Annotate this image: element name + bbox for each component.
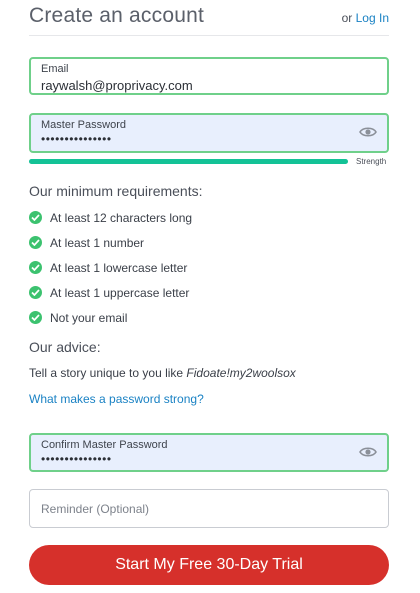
check-circle-icon [29,236,42,249]
eye-icon[interactable] [359,126,377,138]
confirm-password-label: Confirm Master Password [41,439,168,451]
strength-meter-fill [29,159,348,164]
start-trial-button[interactable]: Start My Free 30-Day Trial [29,545,389,585]
requirement-item: At least 12 characters long [29,205,369,230]
advice-prefix: Tell a story unique to you like [29,366,187,380]
requirement-label: At least 1 lowercase letter [50,260,188,275]
requirement-item: At least 1 lowercase letter [29,255,369,280]
check-circle-icon [29,311,42,324]
password-strength-help-link[interactable]: What makes a password strong? [29,392,204,406]
advice-text: Tell a story unique to you like Fidoate!… [29,366,296,380]
master-password-field[interactable]: Master Password ••••••••••••••• [29,113,389,153]
signup-form: Create an account or Log In Email raywal… [0,0,420,593]
master-password-label: Master Password [41,119,126,131]
reminder-field[interactable]: Reminder (Optional) [29,489,389,528]
requirement-label: At least 12 characters long [50,210,193,225]
master-password-value[interactable]: ••••••••••••••• [41,132,112,146]
requirement-label: Not your email [50,310,128,325]
requirement-label: At least 1 number [50,235,145,250]
requirements-list: At least 12 characters long At least 1 nu… [29,205,369,330]
advice-heading: Our advice: [29,339,101,355]
check-circle-icon [29,261,42,274]
login-prompt: or Log In [342,11,389,25]
reminder-placeholder: Reminder (Optional) [41,502,150,516]
confirm-password-value[interactable]: ••••••••••••••• [41,452,112,466]
strength-meter [29,159,348,164]
requirements-heading: Our minimum requirements: [29,183,203,199]
strength-label: Strength [356,157,387,166]
page-title: Create an account [29,4,205,27]
check-circle-icon [29,286,42,299]
email-label: Email [41,63,69,75]
email-value[interactable]: raywalsh@proprivacy.com [41,78,193,93]
requirement-item: At least 1 number [29,230,369,255]
login-or-text: or [341,11,353,25]
login-link[interactable]: Log In [356,11,389,25]
email-field[interactable]: Email raywalsh@proprivacy.com [29,57,389,95]
form-header: Create an account or Log In [29,0,389,36]
check-circle-icon [29,211,42,224]
eye-icon[interactable] [359,446,377,458]
requirement-label: At least 1 uppercase letter [50,285,190,300]
requirement-item: Not your email [29,305,369,330]
requirement-item: At least 1 uppercase letter [29,280,369,305]
confirm-password-field[interactable]: Confirm Master Password ••••••••••••••• [29,433,389,472]
advice-example: Fidoate!my2woolsox [186,366,296,380]
